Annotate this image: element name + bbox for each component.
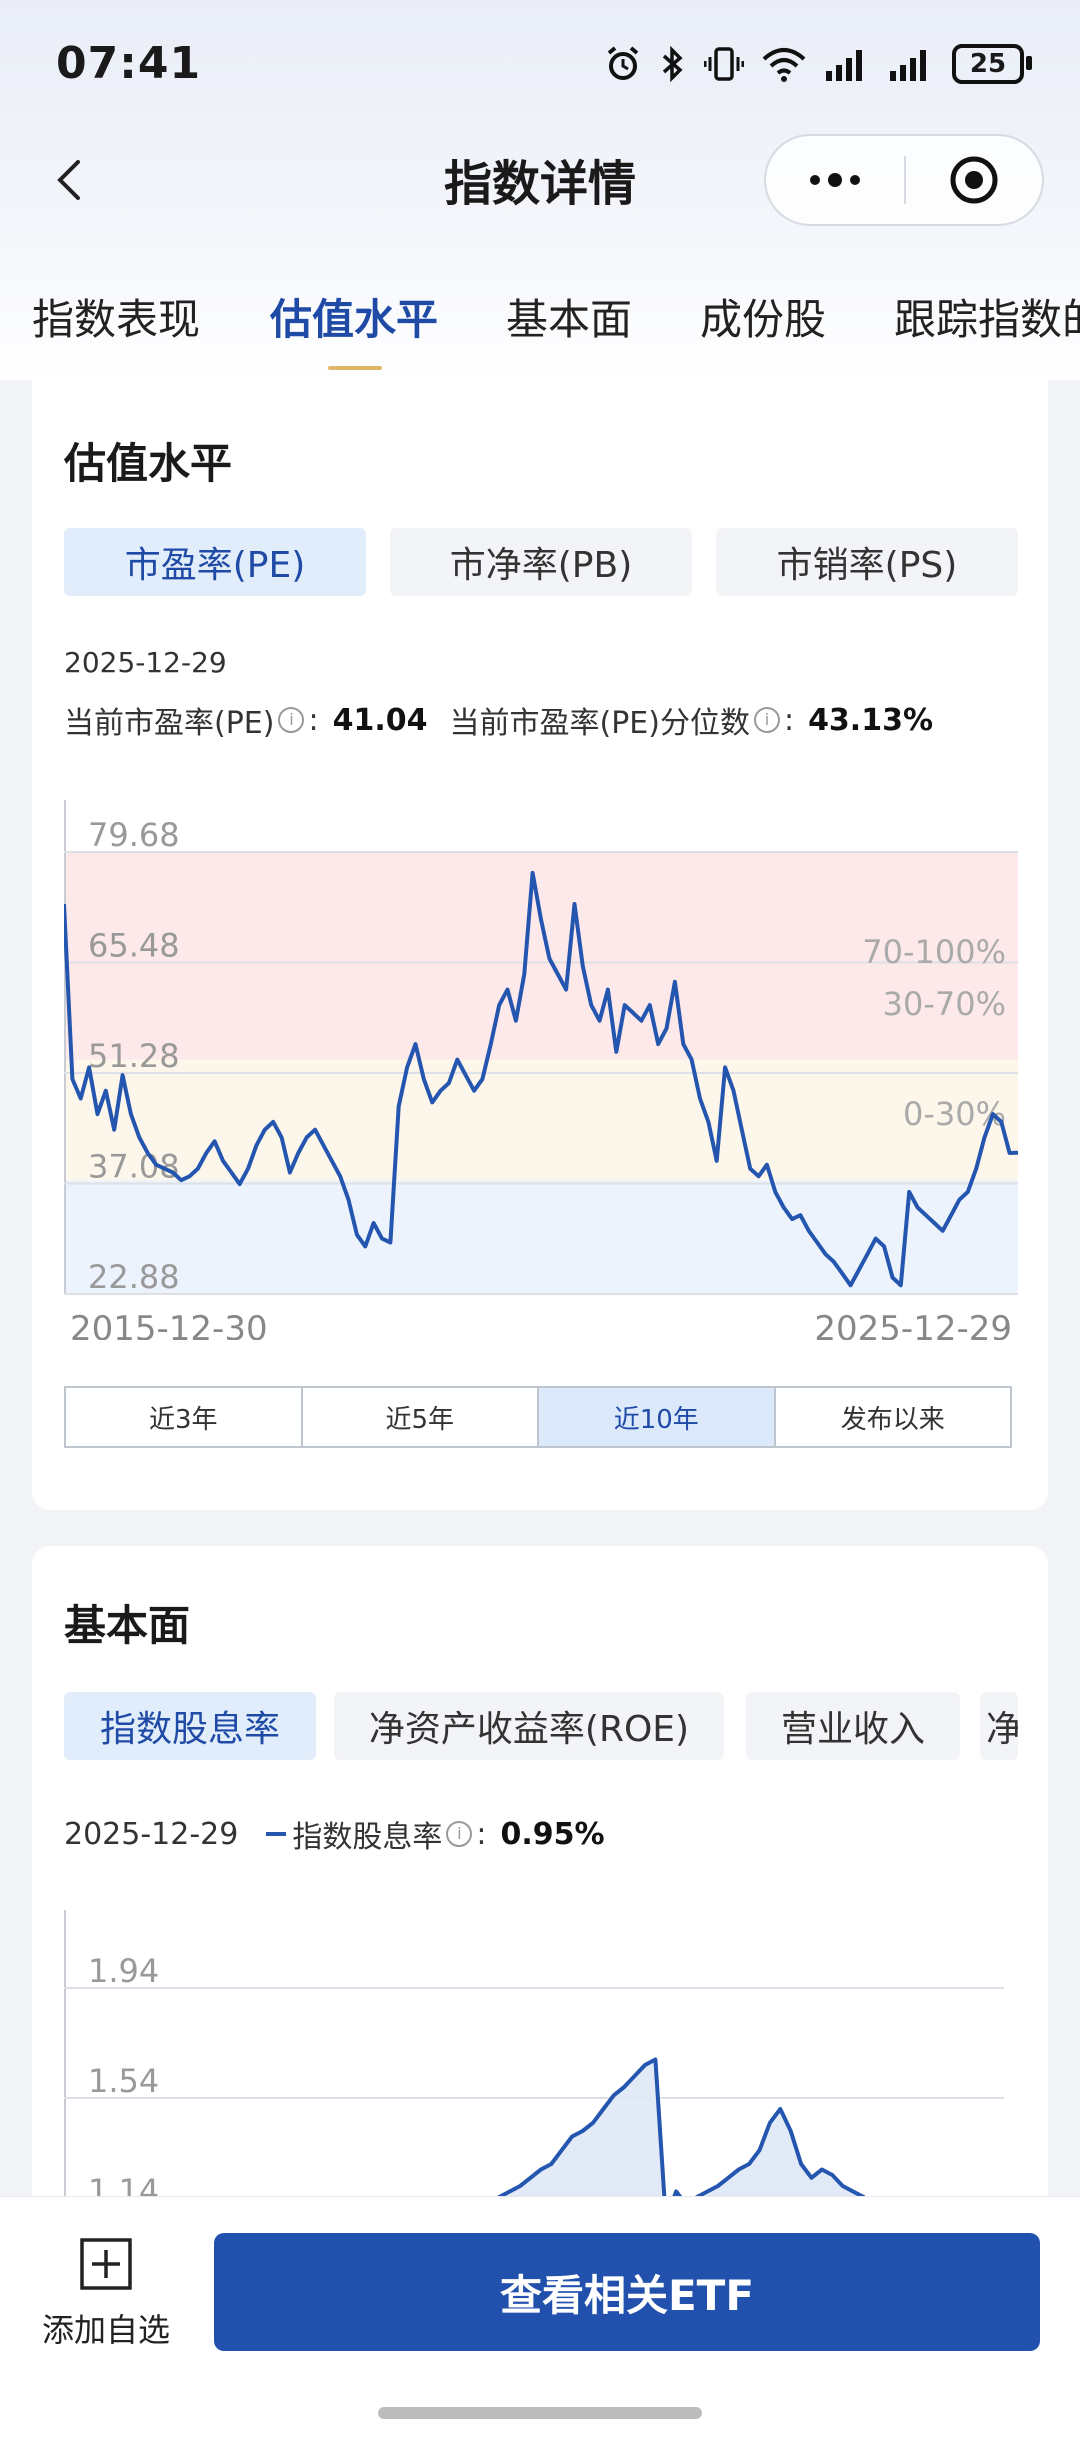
y-tick-label: 65.48 — [88, 927, 180, 965]
tab-tracking[interactable]: 跟踪指数的 — [894, 286, 1080, 347]
add-to-watchlist-label: 添加自选 — [41, 2311, 170, 2349]
y-tick-label: 37.08 — [88, 1148, 180, 1186]
valuation-date: 2025-12-29 — [64, 646, 227, 679]
y-tick-label: 1.54 — [88, 2062, 159, 2100]
mini-program-capsule — [764, 134, 1044, 226]
fundamentals-metrics: 2025-12-29 指数股息率 i: 0.95% — [64, 1812, 605, 1856]
info-icon[interactable]: i — [446, 1821, 473, 1847]
pe-percentile-label: 当前市盈率(PE)分位数 — [449, 706, 750, 741]
alarm-icon — [607, 46, 639, 80]
close-button[interactable] — [906, 136, 1042, 224]
status-time: 07:41 — [56, 38, 202, 89]
band-label: 0-30% — [903, 1095, 1006, 1133]
x-end-label: 2025-12-29 — [814, 1309, 1012, 1340]
valuation-card: 估值水平 市盈率(PE) 市净率(PB) 市销率(PS) 2025-12-29 … — [32, 380, 1048, 1510]
tab-fundamentals[interactable]: 基本面 — [506, 286, 632, 347]
valuation-band — [64, 1059, 1018, 1181]
x-start-label: 2015-12-30 — [70, 1309, 268, 1340]
range-since-launch[interactable]: 发布以来 — [776, 1388, 1011, 1446]
pe-chart[interactable]: 79.68 65.48 51.28 37.08 22.88 70-100% 30-70% 0-… — [64, 800, 1018, 1340]
dividend-label: 指数股息率 — [292, 1820, 443, 1855]
current-pe-label: 当前市盈率(PE) — [64, 706, 275, 741]
vibrate-icon — [704, 47, 744, 81]
signal-icon — [826, 50, 862, 81]
y-tick-label: 51.28 — [88, 1037, 180, 1075]
signal-icon-2 — [890, 50, 926, 81]
fundamentals-card: 基本面 指数股息率 净资产收益率(ROE) 营业收入 净 2025-12-29 … — [32, 1546, 1048, 2246]
metric-tab-net[interactable]: 净 — [980, 1692, 1018, 1760]
status-bar: 07:41 25 — [0, 0, 1080, 130]
add-to-watchlist-button[interactable]: 添加自选 — [36, 2237, 176, 2351]
band-label: 70-100% — [862, 933, 1006, 971]
view-related-etf-button[interactable]: 查看相关ETF — [214, 2233, 1040, 2351]
more-dots-icon — [810, 173, 860, 187]
metric-tab-ps[interactable]: 市销率(PS) — [716, 528, 1018, 596]
fundamentals-date: 2025-12-29 — [64, 1816, 239, 1852]
series-legend-line — [266, 1832, 287, 1836]
range-10y[interactable]: 近10年 — [539, 1388, 776, 1446]
status-icons: 25 — [604, 44, 1032, 84]
tab-valuation[interactable]: 估值水平 — [270, 286, 438, 347]
metric-tab-dividend[interactable]: 指数股息率 — [64, 1692, 316, 1760]
fundamentals-title: 基本面 — [64, 1601, 191, 1650]
bluetooth-icon — [662, 45, 683, 83]
home-indicator — [378, 2407, 702, 2419]
battery-icon: 25 — [952, 44, 1032, 84]
range-5y[interactable]: 近5年 — [303, 1388, 539, 1446]
more-button[interactable] — [766, 136, 904, 224]
pe-percentile-value: 43.13% — [808, 702, 934, 738]
metric-tab-revenue[interactable]: 营业收入 — [746, 1692, 960, 1760]
bottom-action-bar: 添加自选 查看相关ETF — [0, 2196, 1080, 2439]
section-tabs: 指数表现 估值水平 基本面 成份股 跟踪指数的 — [0, 272, 1080, 382]
nav-bar: 指数详情 — [0, 130, 1080, 230]
range-3y[interactable]: 近3年 — [66, 1388, 303, 1446]
y-tick-label: 1.94 — [88, 1952, 159, 1990]
metric-tab-pb[interactable]: 市净率(PB) — [390, 528, 692, 596]
tab-index-performance[interactable]: 指数表现 — [32, 286, 200, 347]
y-tick-label: 79.68 — [88, 816, 180, 854]
wifi-icon — [762, 48, 806, 82]
range-tabs: 近3年 近5年 近10年 发布以来 — [64, 1386, 1012, 1448]
valuation-title: 估值水平 — [64, 439, 233, 488]
metric-tab-pe[interactable]: 市盈率(PE) — [64, 528, 366, 596]
metric-tab-roe[interactable]: 净资产收益率(ROE) — [334, 1692, 724, 1760]
band-label: 30-70% — [883, 985, 1006, 1023]
dividend-value: 0.95% — [500, 1816, 605, 1852]
plus-box-icon — [80, 2238, 132, 2290]
current-pe-value: 41.04 — [332, 702, 428, 738]
target-close-icon — [950, 156, 998, 204]
y-tick-label: 22.88 — [88, 1258, 180, 1296]
tab-active-underline — [328, 366, 382, 370]
tab-constituents[interactable]: 成份股 — [700, 286, 826, 347]
info-icon[interactable]: i — [753, 707, 780, 733]
info-icon[interactable]: i — [278, 707, 305, 733]
valuation-metrics: 当前市盈率(PE) i: 41.04 当前市盈率(PE)分位数 i: 43.13… — [64, 698, 933, 742]
